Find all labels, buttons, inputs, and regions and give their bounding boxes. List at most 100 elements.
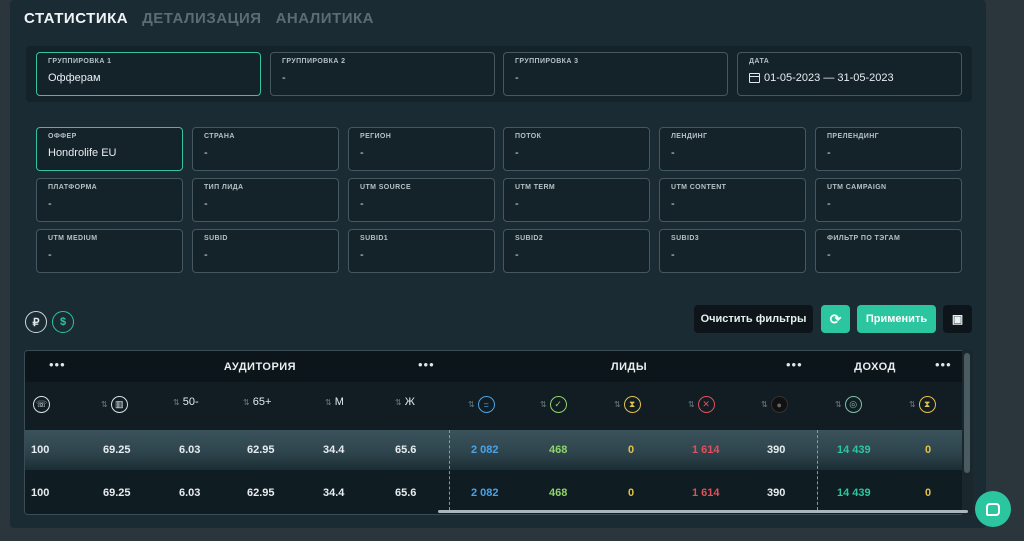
col-pending[interactable]: ⇅ ⧗ bbox=[614, 396, 641, 413]
chat-button[interactable] bbox=[975, 491, 1011, 527]
table-cell: 65.6 bbox=[395, 487, 417, 499]
money-icon: ◎ bbox=[844, 396, 862, 413]
filter-value: - bbox=[204, 198, 208, 210]
col-income-pending[interactable]: ⇅ ⧗ bbox=[909, 396, 936, 413]
tab-analytics[interactable]: АНАЛИТИКА bbox=[276, 10, 374, 27]
date-range-picker[interactable]: ДАТА 01-05-2023 — 31-05-2023 bbox=[737, 52, 962, 96]
table-cell: 69.25 bbox=[103, 444, 131, 456]
table-cell: 100 bbox=[31, 444, 50, 456]
table-cell: 468 bbox=[549, 487, 568, 499]
col-income-approved[interactable]: ⇅ ◎ bbox=[835, 396, 862, 413]
group-audience: АУДИТОРИЯ bbox=[223, 360, 297, 373]
filter-фильтр-по-тэгам-select[interactable]: ФИЛЬТР ПО ТЭГАМ - bbox=[815, 229, 962, 273]
filter-label: UTM CONTENT bbox=[671, 184, 727, 191]
table-row[interactable]: 100 69.25 6.03 62.95 34.4 65.6 2 082 468 0 1 614 3… bbox=[25, 473, 963, 513]
trash-icon: ● bbox=[770, 396, 788, 413]
grouping-2-label: ГРУППИРОВКА 2 bbox=[282, 58, 346, 65]
filter-оффер-select[interactable]: ОФФЕР Hondrolife EU bbox=[36, 127, 183, 171]
table-cell: 390 bbox=[767, 487, 786, 499]
date-label: ДАТА bbox=[749, 58, 770, 65]
filter-utm-content-select[interactable]: UTM CONTENT - bbox=[659, 178, 806, 222]
filter-value: - bbox=[671, 249, 675, 261]
filter-utm-term-select[interactable]: UTM TERM - bbox=[503, 178, 650, 222]
filter-платформа-select[interactable]: ПЛАТФОРМА - bbox=[36, 178, 183, 222]
clear-filters-button[interactable]: Очистить фильтры bbox=[694, 305, 813, 333]
save-button[interactable]: ▣ bbox=[943, 305, 972, 333]
col-total-leads[interactable]: ⇅ = bbox=[468, 396, 495, 413]
filter-value: - bbox=[515, 147, 519, 159]
filter-label: SUBID bbox=[204, 235, 228, 242]
rub-currency-icon[interactable]: ₽ bbox=[25, 311, 47, 333]
filter-label: РЕГИОН bbox=[360, 133, 392, 140]
group-income: ДОХОД bbox=[854, 360, 896, 373]
filter-value: - bbox=[515, 249, 519, 261]
refresh-button[interactable]: ⟳ bbox=[821, 305, 850, 333]
table-row[interactable]: 100 69.25 6.03 62.95 34.4 65.6 2 082 468 0 1 614 3… bbox=[25, 430, 963, 470]
grouping-2-select[interactable]: ГРУППИРОВКА 2 - bbox=[270, 52, 495, 96]
cross-icon: ✕ bbox=[697, 396, 715, 413]
horizontal-scrollbar[interactable] bbox=[438, 510, 968, 513]
filter-value: - bbox=[360, 249, 364, 261]
filter-subid1-select[interactable]: SUBID1 - bbox=[348, 229, 495, 273]
table-group-header: ••• АУДИТОРИЯ ••• ЛИДЫ ••• ДОХОД ••• bbox=[25, 351, 963, 382]
filter-subid2-select[interactable]: SUBID2 - bbox=[503, 229, 650, 273]
tab-statistics[interactable]: СТАТИСТИКА bbox=[24, 10, 128, 27]
income-menu-icon[interactable]: ••• bbox=[935, 358, 952, 371]
table-cell: 100 bbox=[31, 487, 50, 499]
filter-utm-medium-select[interactable]: UTM MEDIUM - bbox=[36, 229, 183, 273]
col-rejected[interactable]: ⇅ ✕ bbox=[688, 396, 715, 413]
col-age-65[interactable]: ⇅ 65+ bbox=[243, 396, 271, 408]
table-cell: 6.03 bbox=[179, 487, 201, 499]
col-approved[interactable]: ⇅ ✓ bbox=[540, 396, 567, 413]
filter-subid-select[interactable]: SUBID - bbox=[192, 229, 339, 273]
vertical-scroll-thumb[interactable] bbox=[964, 353, 970, 473]
col-age-50[interactable]: ⇅ 50- bbox=[173, 396, 199, 408]
filter-label: ЛЕНДИНГ bbox=[671, 133, 708, 140]
grouping-1-select[interactable]: ГРУППИРОВКА 1 Офферам bbox=[36, 52, 261, 96]
col-male[interactable]: ⇅ М bbox=[325, 396, 344, 408]
filter-label: ПРЕЛЕНДИНГ bbox=[827, 133, 880, 140]
filter-страна-select[interactable]: СТРАНА - bbox=[192, 127, 339, 171]
equals-icon: = bbox=[477, 396, 495, 413]
tab-details[interactable]: ДЕТАЛИЗАЦИЯ bbox=[142, 10, 261, 27]
filter-subid3-select[interactable]: SUBID3 - bbox=[659, 229, 806, 273]
vertical-scrollbar[interactable] bbox=[962, 350, 973, 515]
col-conversion[interactable]: ☏ bbox=[33, 396, 50, 413]
usd-currency-icon[interactable]: $ bbox=[52, 311, 74, 333]
filter-label: UTM CAMPAIGN bbox=[827, 184, 887, 191]
grouping-1-label: ГРУППИРОВКА 1 bbox=[48, 58, 112, 65]
filter-value: - bbox=[204, 147, 208, 159]
filter-label: ТИП ЛИДА bbox=[204, 184, 244, 191]
filter-label: SUBID1 bbox=[360, 235, 389, 242]
filter-поток-select[interactable]: ПОТОК - bbox=[503, 127, 650, 171]
table-cell: 69.25 bbox=[103, 487, 131, 499]
filter-прелендинг-select[interactable]: ПРЕЛЕНДИНГ - bbox=[815, 127, 962, 171]
grouping-3-select[interactable]: ГРУППИРОВКА 3 - bbox=[503, 52, 728, 96]
column-menu-icon[interactable]: ••• bbox=[49, 358, 66, 371]
col-female[interactable]: ⇅ Ж bbox=[395, 396, 415, 408]
col-growth[interactable]: ⇅ ▥ bbox=[101, 396, 128, 413]
table-cell: 2 082 bbox=[471, 444, 499, 456]
table-column-header: ☏ ⇅ ▥ ⇅ 50- ⇅ 65+ ⇅ М ⇅ Ж ⇅ = ⇅ ✓ ⇅ ⧗ ⇅ ✕ ⇅ ● ⇅ ◎ ⇅… bbox=[25, 382, 963, 430]
filter-value: - bbox=[48, 198, 52, 210]
grouping-3-label: ГРУППИРОВКА 3 bbox=[515, 58, 579, 65]
filter-лендинг-select[interactable]: ЛЕНДИНГ - bbox=[659, 127, 806, 171]
hourglass-icon: ⧗ bbox=[918, 396, 936, 413]
refresh-icon: ⟳ bbox=[829, 310, 842, 327]
filter-регион-select[interactable]: РЕГИОН - bbox=[348, 127, 495, 171]
filter-utm-source-select[interactable]: UTM SOURCE - bbox=[348, 178, 495, 222]
filter-value: - bbox=[827, 147, 831, 159]
leads-menu-icon[interactable]: ••• bbox=[786, 358, 803, 371]
table-cell: 14 439 bbox=[837, 487, 871, 499]
table-cell: 0 bbox=[925, 487, 932, 499]
filter-utm-campaign-select[interactable]: UTM CAMPAIGN - bbox=[815, 178, 962, 222]
table-cell: 6.03 bbox=[179, 444, 201, 456]
apply-button[interactable]: Применить bbox=[857, 305, 936, 333]
filter-тип-лида-select[interactable]: ТИП ЛИДА - bbox=[192, 178, 339, 222]
filter-value: - bbox=[360, 147, 364, 159]
table-cell: 34.4 bbox=[323, 444, 345, 456]
chart-icon: ▥ bbox=[110, 396, 128, 413]
audience-menu-icon[interactable]: ••• bbox=[418, 358, 435, 371]
filter-value: - bbox=[671, 147, 675, 159]
col-trash[interactable]: ⇅ ● bbox=[761, 396, 788, 413]
